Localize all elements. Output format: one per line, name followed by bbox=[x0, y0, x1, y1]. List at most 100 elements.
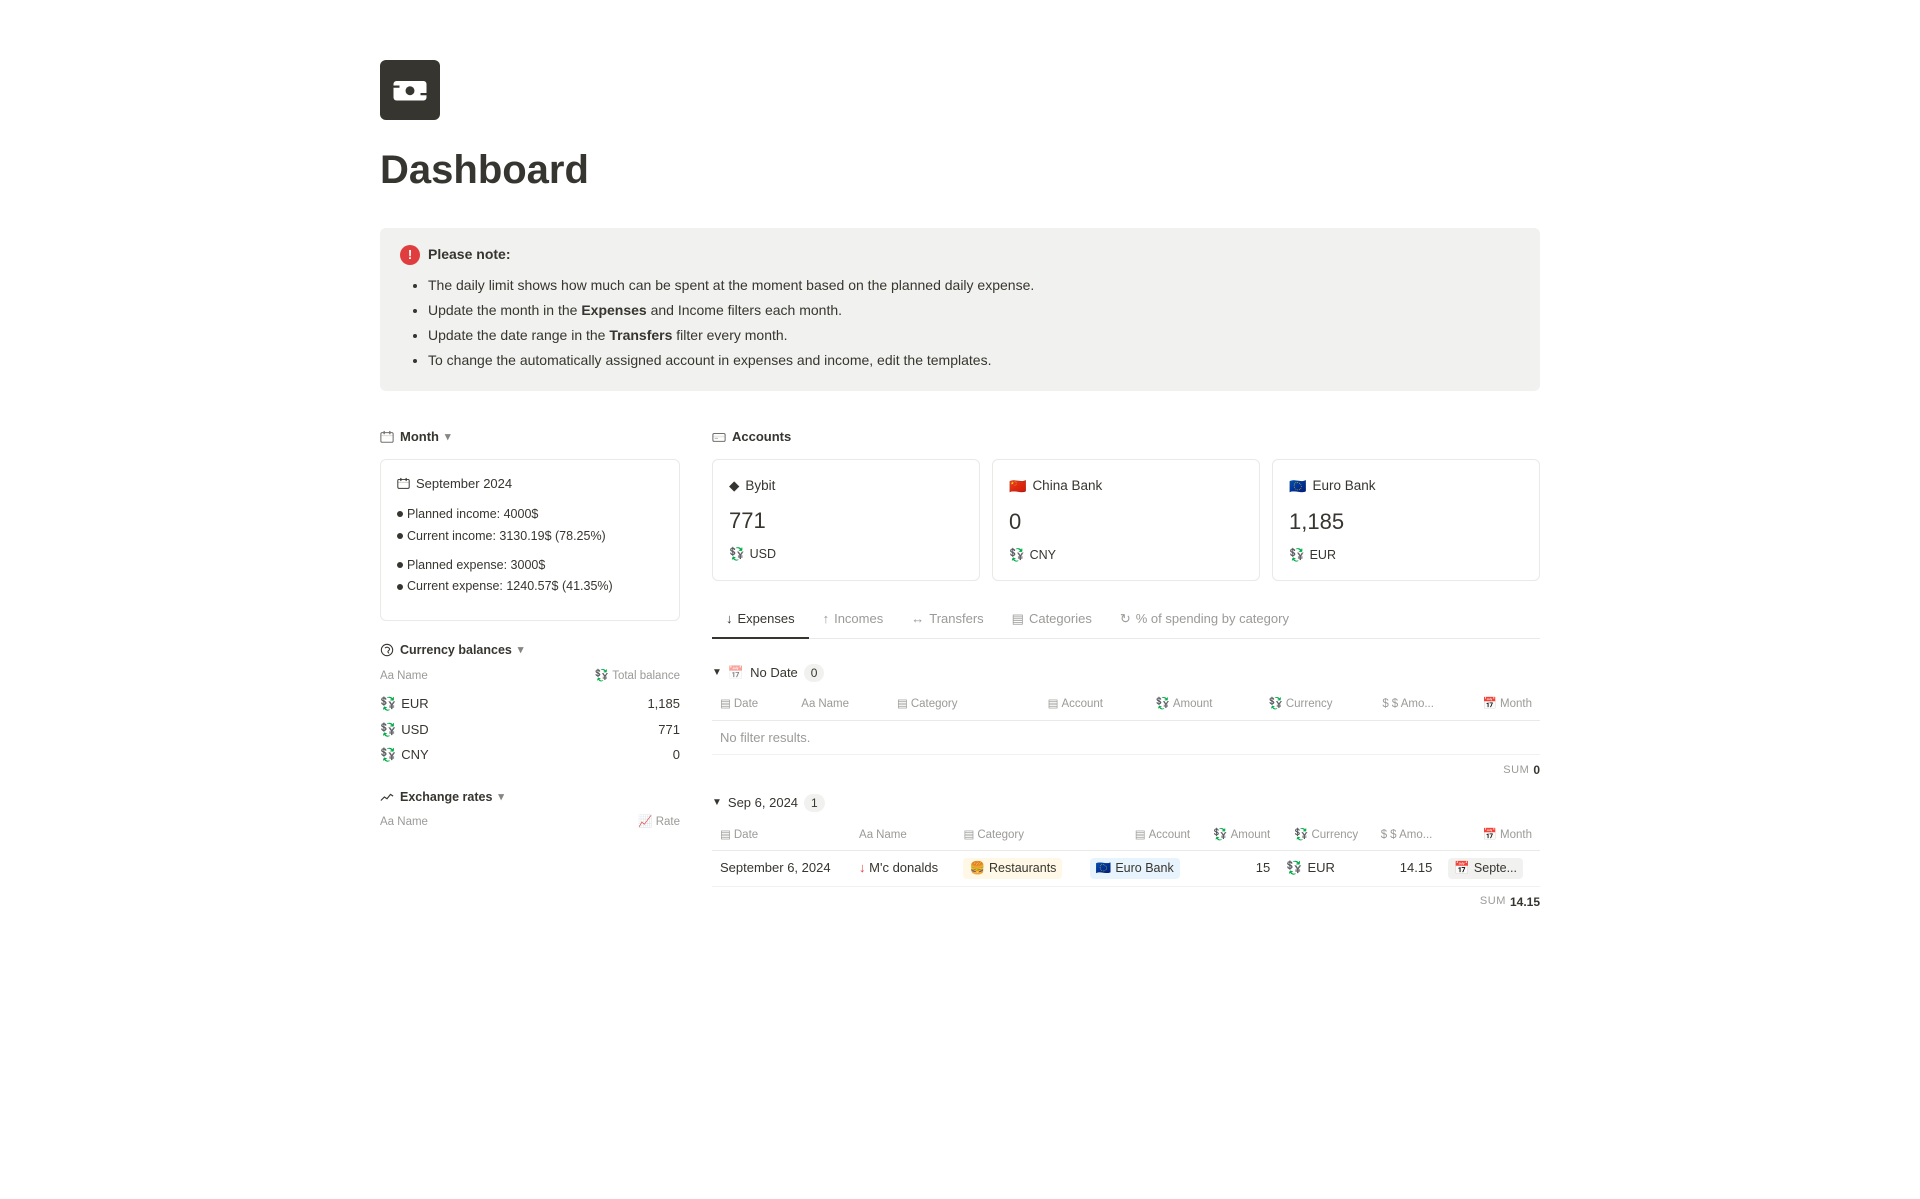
month-chevron-icon[interactable]: ▾ bbox=[445, 429, 451, 446]
left-panel: Month ▾ September 2024 bbox=[380, 427, 680, 838]
currency-usd-balance: 771 bbox=[489, 717, 680, 743]
account-card-bybit[interactable]: ◆ Bybit 771 💱 USD bbox=[712, 459, 980, 582]
sep6-expand-icon: ▼ bbox=[712, 795, 722, 810]
sep6-header-row: ▤ Date Aa Name ▤ Category ▤ Account 💱 Am… bbox=[712, 821, 1540, 851]
expenses-content: ▼ 📅 No Date 0 ▤ Date Aa Name ▤ Category bbox=[712, 639, 1540, 917]
col-name: Aa Name bbox=[793, 690, 889, 720]
eurobank-currency-icon: 💱 bbox=[1289, 546, 1305, 565]
exchange-chevron-icon[interactable]: ▾ bbox=[498, 789, 504, 806]
no-date-calendar-icon: 📅 bbox=[728, 663, 744, 683]
eurobank-flag: 🇪🇺 bbox=[1289, 476, 1306, 497]
sep6-count: 1 bbox=[804, 794, 825, 812]
sep6-group-header[interactable]: ▼ Sep 6, 2024 1 bbox=[712, 785, 1540, 821]
currency-row-eur: 💱 EUR 1,185 bbox=[380, 691, 680, 717]
bybit-balance: 771 bbox=[729, 504, 963, 537]
tab-spending[interactable]: ↻ % of spending by category bbox=[1106, 601, 1303, 639]
incomes-tab-label: Incomes bbox=[834, 609, 883, 629]
categories-tab-label: Categories bbox=[1029, 609, 1092, 629]
notice-list: The daily limit shows how much can be sp… bbox=[400, 275, 1520, 371]
planned-expense: Planned expense: 3000$ bbox=[397, 556, 663, 575]
no-date-sum-label: SUM bbox=[1503, 762, 1529, 779]
tab-incomes[interactable]: ↑ Incomes bbox=[809, 601, 898, 639]
no-date-label: No Date bbox=[750, 663, 798, 683]
aa-icon: Aa bbox=[380, 668, 394, 685]
accounts-cards: ◆ Bybit 771 💱 USD 🇨🇳 China Ban bbox=[712, 459, 1540, 582]
spending-tab-label: % of spending by category bbox=[1136, 609, 1289, 629]
currency-balances-header: Currency balances ▾ bbox=[380, 641, 680, 660]
expense-arrow-icon: ↓ bbox=[859, 860, 866, 875]
account-card-eurobank[interactable]: 🇪🇺 Euro Bank 1,185 💱 EUR bbox=[1272, 459, 1540, 582]
eurobank-row-flag: 🇪🇺 bbox=[1096, 859, 1112, 878]
expense-stats: Planned expense: 3000$ Current expense: … bbox=[397, 556, 663, 597]
month-section-header: Month ▾ bbox=[380, 427, 680, 447]
current-expense: Current expense: 1240.57$ (41.35%) bbox=[397, 577, 663, 596]
row-name: ↓ M'c donalds bbox=[851, 850, 955, 886]
chinabank-name: 🇨🇳 China Bank bbox=[1009, 476, 1243, 497]
tab-categories[interactable]: ▤ Categories bbox=[998, 601, 1106, 639]
eurobank-name: 🇪🇺 Euro Bank bbox=[1289, 476, 1523, 497]
tab-transfers[interactable]: ↔ Transfers bbox=[897, 601, 997, 639]
no-date-group-header[interactable]: ▼ 📅 No Date 0 bbox=[712, 655, 1540, 691]
currency-row-cny: 💱 CNY 0 bbox=[380, 742, 680, 768]
col-amount: 💱 Amount bbox=[1111, 690, 1220, 720]
notice-box: ! Please note: The daily limit shows how… bbox=[380, 228, 1540, 391]
sep6-label: Sep 6, 2024 bbox=[728, 793, 798, 813]
spending-tab-icon: ↻ bbox=[1120, 609, 1131, 629]
exchange-rates-section: Exchange rates ▾ Aa Name 📈 Rate bbox=[380, 788, 680, 838]
col-name2: Aa Name bbox=[851, 821, 955, 851]
bybit-icon: ◆ bbox=[729, 476, 739, 496]
no-date-sum-row: SUM 0 bbox=[712, 755, 1540, 785]
month-card: September 2024 Planned income: 4000$ Cur… bbox=[380, 459, 680, 622]
col-amount2: 💱 Amount bbox=[1198, 821, 1278, 851]
no-date-table-wrapper: ▤ Date Aa Name ▤ Category ▤ Account 💱 Am… bbox=[712, 690, 1540, 755]
chinabank-currency: 💱 CNY bbox=[1009, 546, 1243, 565]
sep6-sum-row: SUM 14.15 bbox=[712, 887, 1540, 917]
col-month: 📅 Month bbox=[1442, 690, 1540, 720]
account-badge: 🇪🇺 Euro Bank bbox=[1090, 858, 1180, 879]
col-dollar-amount: $ $ Amo... bbox=[1341, 690, 1442, 720]
expense-tabs: ↓ Expenses ↑ Incomes ↔ Transfers ▤ Categ… bbox=[712, 601, 1540, 639]
notice-item-4: To change the automatically assigned acc… bbox=[428, 350, 1520, 371]
main-content: Month ▾ September 2024 bbox=[380, 427, 1540, 937]
row-category: 🍔 Restaurants bbox=[955, 850, 1081, 886]
income-stats: Planned income: 4000$ Current income: 31… bbox=[397, 505, 663, 546]
calendar-icon bbox=[380, 430, 394, 444]
money-icon bbox=[392, 72, 428, 108]
month-card-title: September 2024 bbox=[416, 474, 512, 494]
accounts-label: Accounts bbox=[732, 427, 791, 447]
category-badge: 🍔 Restaurants bbox=[963, 858, 1062, 879]
no-filter-text: No filter results. bbox=[712, 720, 1540, 755]
bybit-name: ◆ Bybit bbox=[729, 476, 963, 496]
col-currency2: 💱 Currency bbox=[1278, 821, 1366, 851]
incomes-tab-icon: ↑ bbox=[823, 609, 830, 629]
bybit-currency: 💱 USD bbox=[729, 545, 963, 564]
eurobank-balance: 1,185 bbox=[1289, 505, 1523, 538]
currency-row-usd: 💱 USD 771 bbox=[380, 717, 680, 743]
month-card-header: September 2024 bbox=[397, 474, 663, 494]
exchange-rates-header: Exchange rates ▾ bbox=[380, 788, 680, 807]
col-currency: 💱 Currency bbox=[1221, 690, 1341, 720]
rate-value-col: 📈 Rate bbox=[540, 814, 680, 837]
col-category2: ▤ Category bbox=[955, 821, 1081, 851]
exchange-rates-table: Aa Name 📈 Rate bbox=[380, 814, 680, 837]
categories-tab-icon: ▤ bbox=[1012, 609, 1024, 629]
row-account: 🇪🇺 Euro Bank bbox=[1082, 850, 1198, 886]
balance-icon: 💱 bbox=[595, 668, 609, 685]
account-card-chinabank[interactable]: 🇨🇳 China Bank 0 💱 CNY bbox=[992, 459, 1260, 582]
currency-eur-name: 💱 EUR bbox=[380, 691, 489, 717]
notice-header: ! Please note: bbox=[400, 244, 1520, 265]
table-row[interactable]: September 6, 2024 ↓ M'c donalds 🍔 Res bbox=[712, 850, 1540, 886]
sep6-table: ▤ Date Aa Name ▤ Category ▤ Account 💱 Am… bbox=[712, 821, 1540, 887]
currency-balances-label: Currency balances bbox=[400, 641, 512, 660]
currency-chevron-icon[interactable]: ▾ bbox=[518, 642, 524, 659]
row-currency: 💱 EUR bbox=[1278, 850, 1366, 886]
chart-icon bbox=[380, 790, 394, 804]
no-date-sum-value: 0 bbox=[1533, 761, 1540, 779]
tab-expenses[interactable]: ↓ Expenses bbox=[712, 601, 809, 639]
currency-name-col: Aa Name bbox=[380, 668, 489, 691]
sep6-sum-label: SUM bbox=[1480, 893, 1506, 910]
right-panel: Accounts ◆ Bybit 771 💱 USD bbox=[712, 427, 1540, 937]
month-row-icon: 📅 bbox=[1454, 859, 1470, 878]
notice-item-1: The daily limit shows how much can be sp… bbox=[428, 275, 1520, 296]
page-title: Dashboard bbox=[380, 140, 1540, 200]
